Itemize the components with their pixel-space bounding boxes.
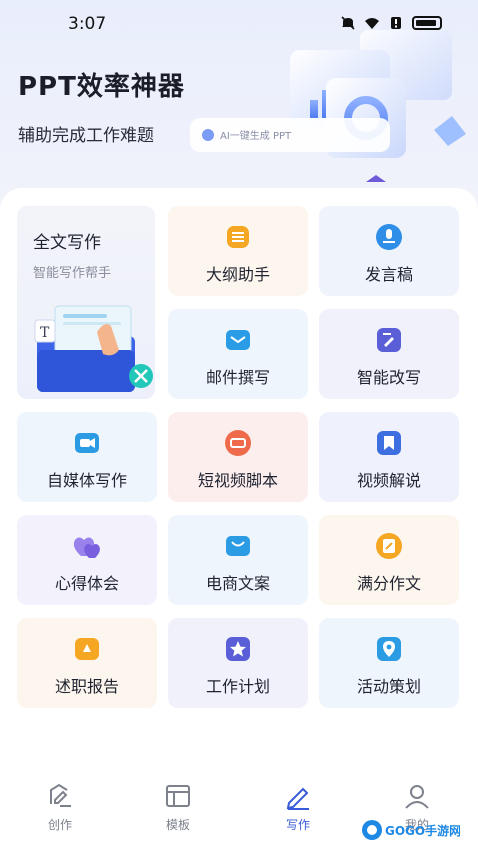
tool-card-camera[interactable]: 自媒体写作 <box>17 412 157 502</box>
tool-card-label: 视频解说 <box>356 471 421 490</box>
tool-card-label: 心得体会 <box>54 574 119 593</box>
tool-card-label: 邮件撰写 <box>205 368 270 387</box>
tab-template-label: 模板 <box>165 818 190 832</box>
pen-icon <box>286 787 309 810</box>
tab-writing-label: 写作 <box>285 818 310 832</box>
tool-card-label: 满分作文 <box>356 574 421 593</box>
tool-card-essay[interactable]: 满分作文 <box>319 515 459 605</box>
tool-card-report[interactable]: 述职报告 <box>17 618 157 708</box>
tool-card-speech[interactable]: 发言稿 <box>319 206 459 296</box>
status-time: 3:07 <box>68 14 107 34</box>
tool-card-shop[interactable]: 电商文案 <box>168 515 308 605</box>
featured-title: 全文写作 <box>33 233 101 253</box>
video-script-icon <box>225 430 251 456</box>
tool-card-label: 述职报告 <box>54 677 119 696</box>
document-folder-icon: T <box>34 305 153 392</box>
tool-card-label: 活动策划 <box>356 677 421 696</box>
star-plan-icon <box>226 637 250 661</box>
camera-icon <box>75 433 99 453</box>
tool-card-label: 自媒体写作 <box>46 471 127 490</box>
featured-card-full-writing[interactable]: 全文写作 智能写作帮手 T <box>17 206 155 399</box>
hearts-icon <box>73 537 100 558</box>
tool-card-outline[interactable]: 大纲助手 <box>168 206 308 296</box>
tab-writing[interactable]: 写作 <box>268 782 328 833</box>
tool-card-label: 电商文案 <box>205 574 270 593</box>
tools-panel: 全文写作 智能写作帮手 T 大纲助手 发言稿邮件撰写 智能改写自媒体写作 短视频脚本 视… <box>0 188 478 768</box>
mail-icon <box>226 330 250 350</box>
watermark-logo: GOGO手游网 <box>362 820 460 840</box>
bookmark-icon <box>377 431 401 455</box>
hero-illustration: AI一键生成 PPT <box>190 30 466 182</box>
outline-icon <box>227 226 249 248</box>
tool-card-star-plan[interactable]: 工作计划 <box>168 618 308 708</box>
tool-card-location[interactable]: 活动策划 <box>319 618 459 708</box>
shop-icon <box>226 536 250 556</box>
tool-card-video-script[interactable]: 短视频脚本 <box>168 412 308 502</box>
speech-icon <box>376 224 402 250</box>
svg-text:T: T <box>40 325 50 341</box>
profile-icon <box>405 785 429 809</box>
tool-card-bookmark[interactable]: 视频解说 <box>319 412 459 502</box>
featured-subtitle: 智能写作帮手 <box>33 266 112 281</box>
hero-subtitle: 辅助完成工作难题 <box>18 126 154 146</box>
watermark-text: GOGO手游网 <box>385 823 460 838</box>
template-icon <box>166 785 190 807</box>
tool-card-mail[interactable]: 邮件撰写 <box>168 309 308 399</box>
tool-card-rewrite[interactable]: 智能改写 <box>319 309 459 399</box>
tool-card-hearts[interactable]: 心得体会 <box>17 515 157 605</box>
tool-card-label: 大纲助手 <box>205 265 270 284</box>
tool-card-label: 智能改写 <box>356 368 421 387</box>
report-icon <box>75 638 99 660</box>
tool-card-label: 短视频脚本 <box>197 471 278 490</box>
essay-icon <box>376 533 402 559</box>
hero-title: PPT效率神器 <box>18 72 185 102</box>
hero-art-caption: AI一键生成 PPT <box>220 129 292 142</box>
create-icon <box>50 783 71 807</box>
tool-card-label: 发言稿 <box>364 265 413 284</box>
rewrite-icon <box>377 328 401 352</box>
tab-create[interactable]: 创作 <box>30 782 90 833</box>
tab-template[interactable]: 模板 <box>148 782 208 833</box>
tab-create-label: 创作 <box>47 818 72 832</box>
tool-card-label: 工作计划 <box>205 677 270 696</box>
location-icon <box>377 637 401 661</box>
